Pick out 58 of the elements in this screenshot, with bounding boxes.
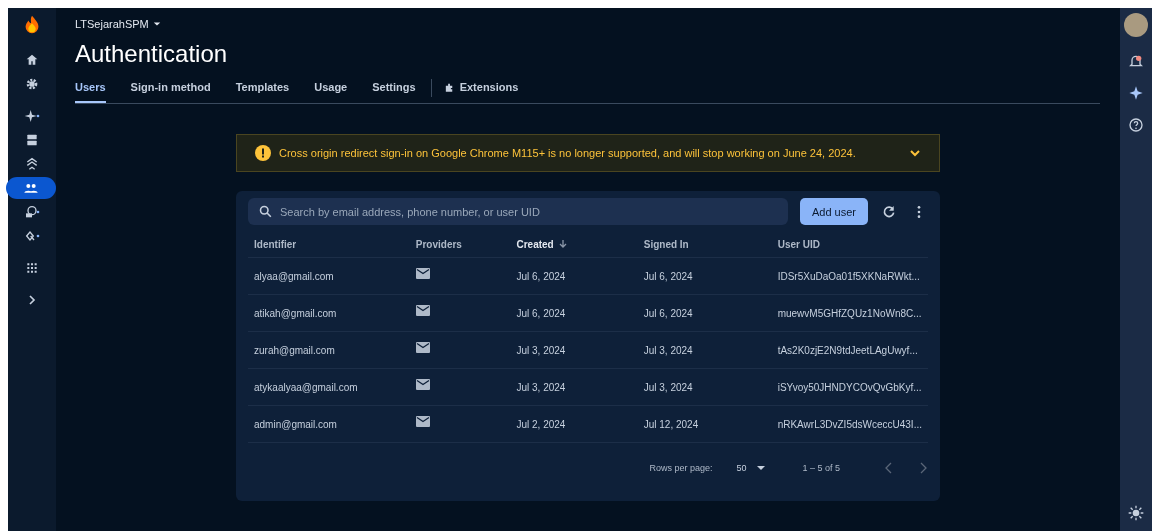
caret-icon[interactable]	[152, 20, 161, 28]
signed-in-cell: Jul 3, 2024	[643, 381, 693, 393]
page-title: Authentication	[75, 40, 229, 68]
tab[interactable]: Usage	[314, 76, 348, 103]
created-cell: Jul 2, 2024	[516, 418, 566, 430]
column-header[interactable]: Created	[516, 238, 568, 250]
tab[interactable]: Extensions	[443, 76, 519, 103]
project-selector[interactable]: LTSejarahSPM	[75, 18, 1100, 30]
signed-in-cell: Jul 6, 2024	[643, 270, 693, 282]
tab[interactable]: Settings	[372, 76, 416, 103]
email-provider-icon	[415, 304, 430, 316]
column-header[interactable]: Providers	[415, 238, 462, 250]
puzzle-piece-icon	[443, 81, 455, 93]
signed-in-cell: Jul 3, 2024	[643, 344, 693, 356]
rows-per-page-value[interactable]: 50	[736, 463, 747, 473]
identifier-cell: atikah@gmail.com	[254, 307, 337, 319]
email-provider-icon	[415, 267, 430, 279]
rows-per-page-label: Rows per page:	[649, 463, 713, 473]
search-field[interactable]: Search by email address, phone number, or user UID	[248, 198, 788, 225]
notification-bell-icon[interactable]	[1128, 53, 1144, 69]
column-header[interactable]: User UID	[777, 238, 820, 250]
warning-text: Cross origin redirect sign-in on Google Chrome M115+ is no longer supported, and will stop working on June 24, 2024.	[279, 147, 857, 159]
sparkle-icon[interactable]	[1128, 85, 1144, 101]
help-icon[interactable]	[1128, 117, 1144, 133]
sun-theme-icon[interactable]	[1128, 505, 1144, 521]
email-provider-icon	[415, 378, 430, 390]
identifier-cell: atykaalyaa@gmail.com	[254, 381, 358, 393]
uid-cell: muewvM5GHfZQUz1NoWn8C...	[777, 307, 922, 319]
dropdown-caret-icon[interactable]	[756, 463, 767, 473]
created-cell: Jul 3, 2024	[516, 381, 566, 393]
tab[interactable]: Users	[75, 76, 106, 103]
next-page-icon[interactable]	[918, 462, 928, 474]
column-header[interactable]: Signed In	[643, 238, 689, 250]
identifier-cell: alyaa@gmail.com	[254, 270, 334, 282]
signed-in-cell: Jul 6, 2024	[643, 307, 693, 319]
identifier-cell: zurah@gmail.com	[254, 344, 335, 356]
uid-cell: IDSr5XuDaOa01f5XKNaRWkt...	[777, 270, 920, 282]
created-cell: Jul 3, 2024	[516, 344, 566, 356]
previous-page-icon[interactable]	[884, 462, 894, 474]
users-nav-icon[interactable]	[6, 177, 56, 199]
avatar[interactable]	[1124, 13, 1148, 37]
created-cell: Jul 6, 2024	[516, 307, 566, 319]
uid-cell: iSYvoy50JHNDYCOvQvGbKyf...	[777, 381, 922, 393]
email-provider-icon	[415, 341, 430, 353]
warning-icon	[255, 145, 271, 161]
email-provider-icon	[415, 415, 430, 427]
expand-caret-icon[interactable]	[909, 147, 921, 159]
created-cell: Jul 6, 2024	[516, 270, 566, 282]
tab[interactable]: Sign-in method	[130, 76, 211, 103]
add-user-button[interactable]: Add user	[799, 198, 868, 225]
column-header[interactable]: Identifier	[254, 238, 297, 250]
uid-cell: nRKAwrL3DvZI5dsWceccU43I...	[777, 418, 922, 430]
page-range: 1 – 5 of 5	[802, 463, 840, 473]
identifier-cell: admin@gmail.com	[254, 418, 337, 430]
uid-cell: tAs2K0zjE2N9tdJeetLAgUwyf...	[777, 344, 918, 356]
tab[interactable]: Templates	[235, 76, 290, 103]
signed-in-cell: Jul 12, 2024	[643, 418, 699, 430]
sort-arrow-icon[interactable]	[557, 239, 568, 249]
